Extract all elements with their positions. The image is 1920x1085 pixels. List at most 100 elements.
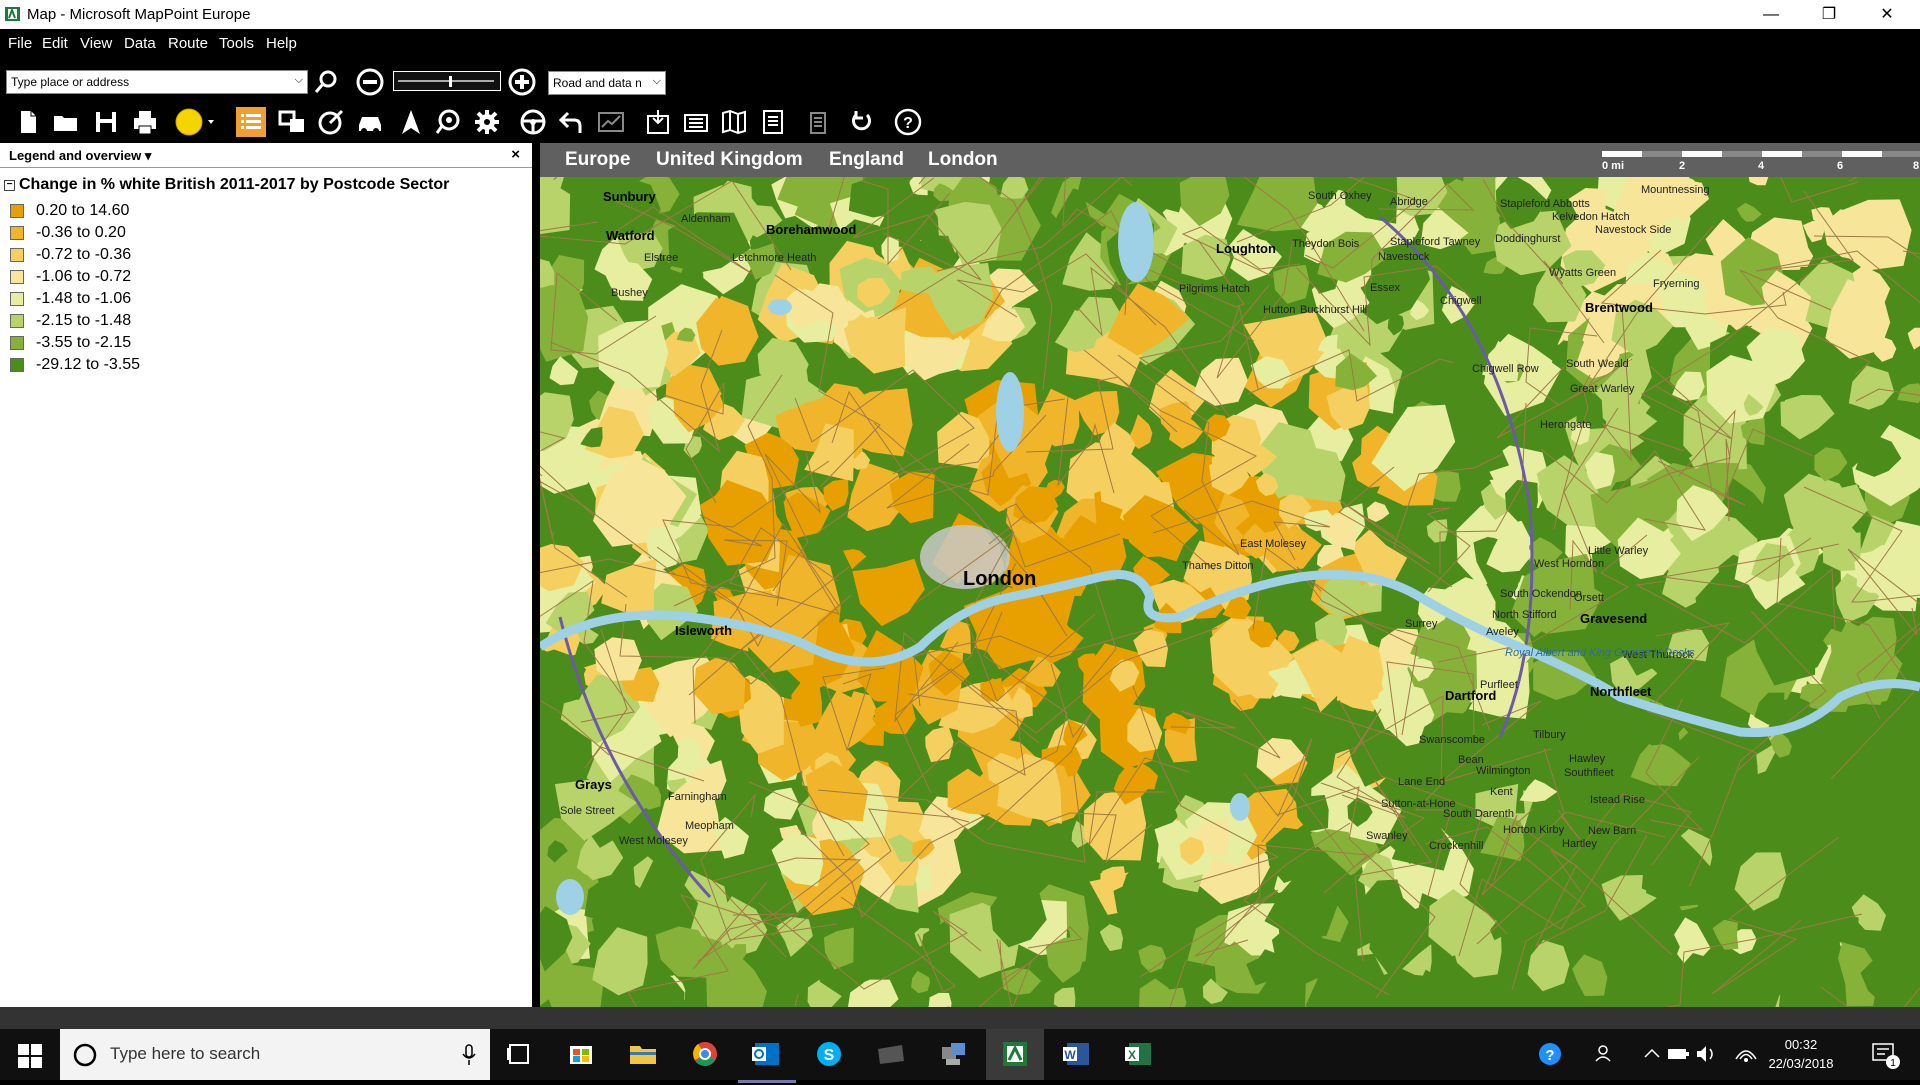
map-place-label: East Molesey xyxy=(1240,538,1307,550)
scale-label: 4 xyxy=(1758,160,1765,172)
zoom-slider[interactable] xyxy=(393,71,501,91)
legend-item-label: 0.20 to 14.60 xyxy=(36,202,130,219)
restore-button[interactable]: ❐ xyxy=(1800,0,1858,29)
steering-wheel-icon[interactable] xyxy=(518,107,548,137)
map-place-label: Wilmington xyxy=(1476,765,1530,777)
excel-icon[interactable]: X xyxy=(1110,1029,1168,1080)
chevron-down-icon: ⌵ xyxy=(294,74,303,86)
search-icon[interactable] xyxy=(313,68,341,96)
breadcrumb-london[interactable]: London xyxy=(928,149,998,171)
windows-start-icon[interactable] xyxy=(18,1044,42,1068)
open-folder-icon[interactable] xyxy=(51,107,81,137)
route-car-icon[interactable] xyxy=(355,107,385,137)
legend-item: -0.72 to -0.36 xyxy=(10,244,140,266)
mapping-app-icon[interactable] xyxy=(862,1029,920,1080)
map-place-label: South Darenth xyxy=(1443,808,1514,820)
breadcrumb-europe[interactable]: Europe xyxy=(565,149,630,171)
close-button[interactable]: ✕ xyxy=(1858,0,1916,29)
mappoint-taskbar-icon[interactable] xyxy=(986,1029,1044,1080)
task-view-icon[interactable] xyxy=(490,1029,548,1080)
reservoir xyxy=(1230,793,1250,821)
people-icon[interactable] xyxy=(1590,1029,1620,1080)
clock-date: 22/03/2018 xyxy=(1768,1056,1834,1071)
print-icon[interactable] xyxy=(130,107,160,137)
zoom-slider-thumb[interactable] xyxy=(449,76,452,87)
wifi-icon[interactable] xyxy=(1732,1029,1760,1080)
map-place-label: Hartley xyxy=(1562,838,1597,850)
map-place-label: Swanscombe xyxy=(1419,734,1485,746)
clock[interactable]: 00:32 22/03/2018 xyxy=(1768,1029,1834,1080)
undo-arrow-icon[interactable] xyxy=(556,107,586,137)
collapse-icon[interactable]: − xyxy=(4,180,15,191)
place-search-input[interactable]: Type place or address ⌵ xyxy=(6,70,308,94)
skype-icon[interactable]: S xyxy=(800,1029,858,1080)
menu-file[interactable]: File xyxy=(8,35,32,52)
map-place-label: Gravesend xyxy=(1580,611,1647,626)
menu-view[interactable]: View xyxy=(80,35,112,52)
word-icon[interactable]: W xyxy=(1048,1029,1106,1080)
menu-tools[interactable]: Tools xyxy=(219,35,254,52)
legend-item-label: -0.72 to -0.36 xyxy=(36,246,132,263)
map-place-label: South Ockendon xyxy=(1500,588,1582,600)
map-place-label: Loughton xyxy=(1216,241,1276,256)
save-icon[interactable] xyxy=(91,107,121,137)
map-place-label: Stapleford Abbotts xyxy=(1500,198,1590,210)
map-place-label: West Molesey xyxy=(619,835,688,847)
microphone-icon[interactable] xyxy=(462,1044,476,1066)
territories-icon[interactable] xyxy=(277,107,307,137)
breadcrumb-england[interactable]: England xyxy=(829,149,904,171)
breadcrumb-united-kingdom[interactable]: United Kingdom xyxy=(656,149,803,171)
network-app-icon[interactable] xyxy=(924,1029,982,1080)
pushpin-tool-icon[interactable] xyxy=(847,107,877,137)
outlook-icon[interactable] xyxy=(738,1029,796,1083)
chart-icon[interactable] xyxy=(596,107,626,137)
legend-title: − Change in % white British 2011-2017 by … xyxy=(4,176,449,194)
map-place-label: Grays xyxy=(575,777,612,792)
map-book-icon[interactable] xyxy=(719,107,749,137)
map-place-label: Farningham xyxy=(668,791,727,803)
navigation-arrow-icon[interactable] xyxy=(396,107,426,137)
import-data-icon[interactable] xyxy=(643,107,673,137)
menu-route[interactable]: Route xyxy=(168,35,208,52)
store-icon[interactable] xyxy=(552,1029,610,1080)
map-area[interactable]: Europe United Kingdom England London 0 m… xyxy=(540,143,1920,1007)
report-icon[interactable] xyxy=(758,107,788,137)
reservoir xyxy=(996,372,1024,452)
zoom-out-icon[interactable] xyxy=(355,67,385,97)
map-place-label: Essex xyxy=(1370,282,1400,294)
taskbar-search-box[interactable]: Type here to search xyxy=(60,1029,490,1080)
lighting-icon[interactable] xyxy=(172,107,222,137)
minimize-button[interactable]: — xyxy=(1742,0,1800,29)
help-icon[interactable]: ? xyxy=(893,107,923,137)
menu-data[interactable]: Data xyxy=(124,35,156,52)
data-mapping-icon[interactable] xyxy=(681,107,711,137)
thematic-map[interactable]: London Watford Borehamwood Loughton Brentwoo… xyxy=(540,177,1920,1007)
reservoir xyxy=(556,879,584,915)
legend-pane-menu[interactable]: Legend and overview ▾ xyxy=(9,148,151,164)
menu-help[interactable]: Help xyxy=(266,35,297,52)
help-tray-icon[interactable]: ? xyxy=(1530,1029,1570,1080)
map-place-label: Brentwood xyxy=(1585,300,1653,315)
chrome-icon[interactable] xyxy=(676,1029,734,1080)
legend-toggle-icon[interactable] xyxy=(236,107,266,137)
find-nearby-icon[interactable] xyxy=(433,107,463,137)
settings-gear-icon[interactable] xyxy=(472,107,502,137)
export-icon[interactable] xyxy=(803,107,833,137)
map-style-select[interactable]: Road and data n ⌵ xyxy=(548,71,666,95)
pane-splitter[interactable] xyxy=(532,143,540,1007)
legend-close-button[interactable]: × xyxy=(511,146,520,163)
menu-edit[interactable]: Edit xyxy=(42,35,68,52)
map-place-label: Fryerning xyxy=(1653,278,1699,290)
windows-taskbar: Type here to search S W X ? 00:32 22/03/… xyxy=(0,1029,1920,1083)
file-explorer-icon[interactable] xyxy=(614,1029,672,1080)
zoom-in-icon[interactable] xyxy=(507,67,537,97)
map-place-label: Aldenham xyxy=(681,213,731,225)
legend-swatch xyxy=(10,358,24,372)
map-place-label: West Horndon xyxy=(1534,558,1604,570)
gps-tracker-icon[interactable] xyxy=(316,107,346,137)
battery-icon[interactable] xyxy=(1664,1029,1692,1080)
new-map-icon[interactable] xyxy=(13,107,43,137)
chevron-up-icon[interactable] xyxy=(1640,1029,1664,1080)
volume-icon[interactable] xyxy=(1692,1029,1720,1080)
notifications-icon[interactable]: 1 xyxy=(1865,1029,1905,1080)
